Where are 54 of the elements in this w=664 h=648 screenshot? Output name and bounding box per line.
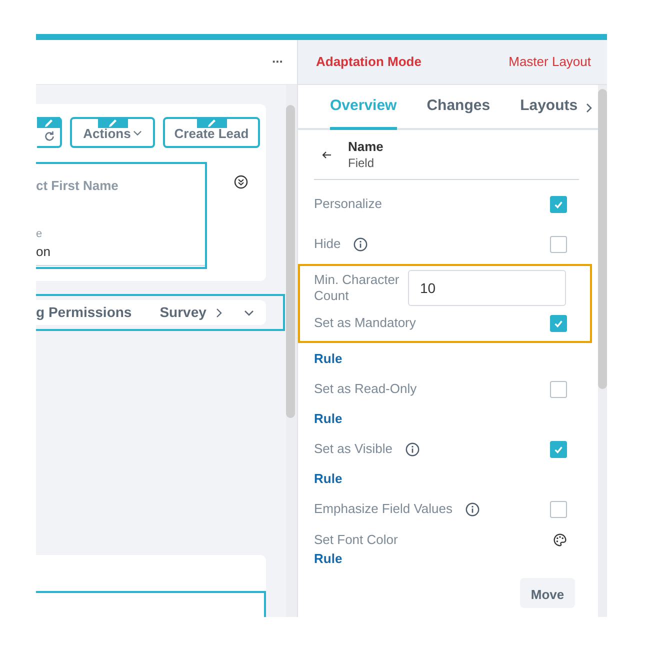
tab[interactable]: Changes xyxy=(426,86,490,130)
rule-link[interactable]: Rule xyxy=(314,409,342,429)
checkbox[interactable] xyxy=(550,500,567,518)
chevron-down-icon[interactable] xyxy=(244,310,254,316)
property-label: Personalize xyxy=(314,195,382,214)
caret-icon xyxy=(132,130,142,136)
pencil-icon xyxy=(106,116,118,128)
back-arrow-icon[interactable] xyxy=(322,150,332,158)
section-tab[interactable]: Survey xyxy=(160,302,206,323)
scrollbar[interactable] xyxy=(286,105,295,418)
rule-link[interactable]: Rule xyxy=(314,349,342,369)
info-icon[interactable] xyxy=(352,236,368,252)
rule-link[interactable]: Rule xyxy=(314,549,342,569)
back-title: Name xyxy=(348,138,384,154)
property-label: Min. Character Count xyxy=(314,272,400,304)
scrollbar[interactable] xyxy=(598,89,607,389)
property-label: Set as Read-Only xyxy=(314,380,417,398)
checkbox[interactable] xyxy=(550,196,567,212)
tab[interactable]: Layouts xyxy=(520,86,578,130)
info-icon[interactable] xyxy=(404,442,420,456)
edit-tab[interactable] xyxy=(98,117,128,128)
property-label: Set as Visible xyxy=(314,440,393,458)
layout-label: Master Layout xyxy=(508,53,591,72)
move-button[interactable]: Move xyxy=(520,578,575,608)
input-field[interactable]: 10 xyxy=(408,270,566,306)
palette-icon[interactable] xyxy=(553,533,567,547)
refresh-button[interactable] xyxy=(37,117,62,148)
expand-icon[interactable] xyxy=(234,175,248,189)
property-label: Hide xyxy=(314,235,341,254)
property-label: Set as Mandatory xyxy=(314,314,416,332)
edit-tab[interactable] xyxy=(37,117,60,128)
pencil-icon xyxy=(42,116,54,128)
more-button[interactable]: ··· xyxy=(272,52,283,72)
actions-button[interactable]: Actions xyxy=(70,117,155,148)
field-value: on xyxy=(36,243,52,261)
property-label: Emphasize Field Values xyxy=(314,500,452,518)
checkbox[interactable] xyxy=(550,440,567,458)
checkbox[interactable] xyxy=(550,314,567,332)
info-icon[interactable] xyxy=(464,502,480,516)
create-button[interactable]: Create Lead xyxy=(163,117,260,148)
field-title: ct First Name xyxy=(36,177,120,195)
chevron-right-icon[interactable] xyxy=(586,102,592,112)
mode-title: Adaptation Mode xyxy=(316,53,422,72)
property-label: Set Font Color xyxy=(314,531,398,550)
checkbox[interactable] xyxy=(550,380,567,398)
rule-link[interactable]: Rule xyxy=(314,469,342,489)
chevron-right-icon[interactable] xyxy=(216,308,222,318)
back-subtitle: Field xyxy=(348,154,376,170)
section-tab[interactable]: g Permissions xyxy=(36,302,132,323)
edit-tab[interactable] xyxy=(196,117,226,128)
pencil-icon xyxy=(206,116,218,128)
field-label: e xyxy=(36,226,44,242)
checkbox[interactable] xyxy=(550,236,567,252)
refresh-icon xyxy=(43,130,56,143)
